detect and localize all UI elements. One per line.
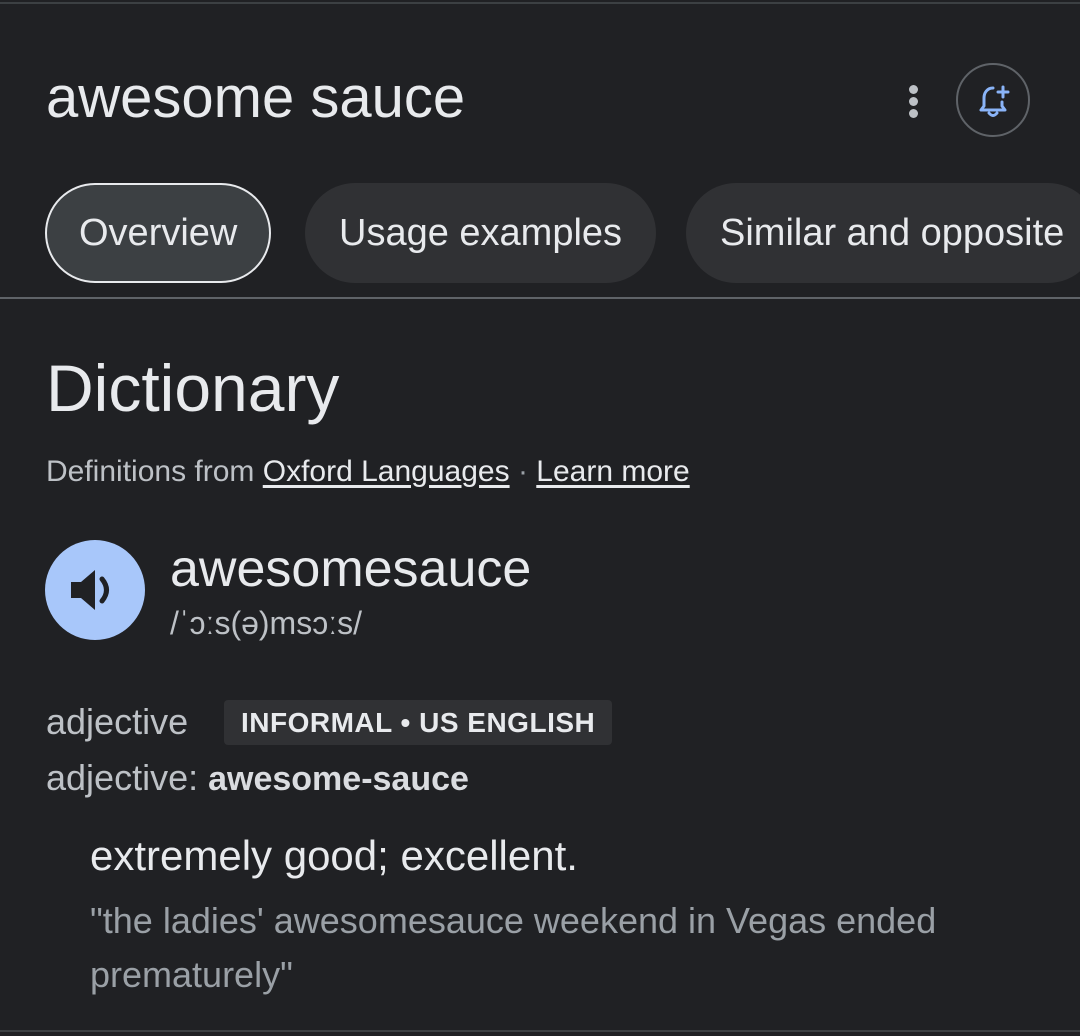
pronunciation-speaker-button[interactable] bbox=[45, 540, 145, 640]
part-of-speech-label: adjective bbox=[46, 701, 189, 742]
oxford-languages-link[interactable]: Oxford Languages bbox=[263, 455, 510, 488]
usage-example: "the ladies' awesomesauce weekend in Veg… bbox=[90, 900, 937, 995]
create-alert-button[interactable] bbox=[956, 63, 1030, 137]
register-badge: INFORMAL • US ENGLISH bbox=[224, 700, 613, 745]
source-line: Definitions from Oxford Languages · Lear… bbox=[46, 452, 690, 492]
variant-form: awesome-sauce bbox=[208, 760, 469, 798]
header: awesome sauce bbox=[0, 4, 1080, 164]
source-prefix: Definitions from bbox=[46, 455, 255, 488]
tab-overview[interactable]: Overview bbox=[45, 183, 272, 283]
definition-text: extremely good; excellent. bbox=[90, 832, 578, 879]
volume-up-icon bbox=[71, 570, 109, 610]
tab-similar-and-opposite[interactable]: Similar and opposite bbox=[686, 183, 1080, 283]
bell-plus-icon bbox=[979, 85, 1010, 117]
variant-prefix: adjective: bbox=[46, 757, 199, 798]
tabs-divider bbox=[0, 297, 1080, 299]
query-title: awesome sauce bbox=[46, 65, 466, 130]
learn-more-link[interactable]: Learn more bbox=[536, 455, 689, 488]
variant-line: adjective: awesome-sauce bbox=[46, 756, 469, 801]
phonetic-spelling: /ˈɔːs(ə)msɔːs/ bbox=[170, 605, 362, 641]
tab-usage-examples[interactable]: Usage examples bbox=[305, 183, 657, 283]
source-separator: · bbox=[517, 455, 528, 488]
more-options-button[interactable] bbox=[894, 76, 934, 124]
tab-bar: Overview Usage examples Similar and oppo… bbox=[0, 183, 1080, 285]
bottom-divider bbox=[0, 1030, 1080, 1032]
dictionary-heading: Dictionary bbox=[46, 351, 340, 425]
headword: awesomesauce bbox=[170, 540, 532, 598]
